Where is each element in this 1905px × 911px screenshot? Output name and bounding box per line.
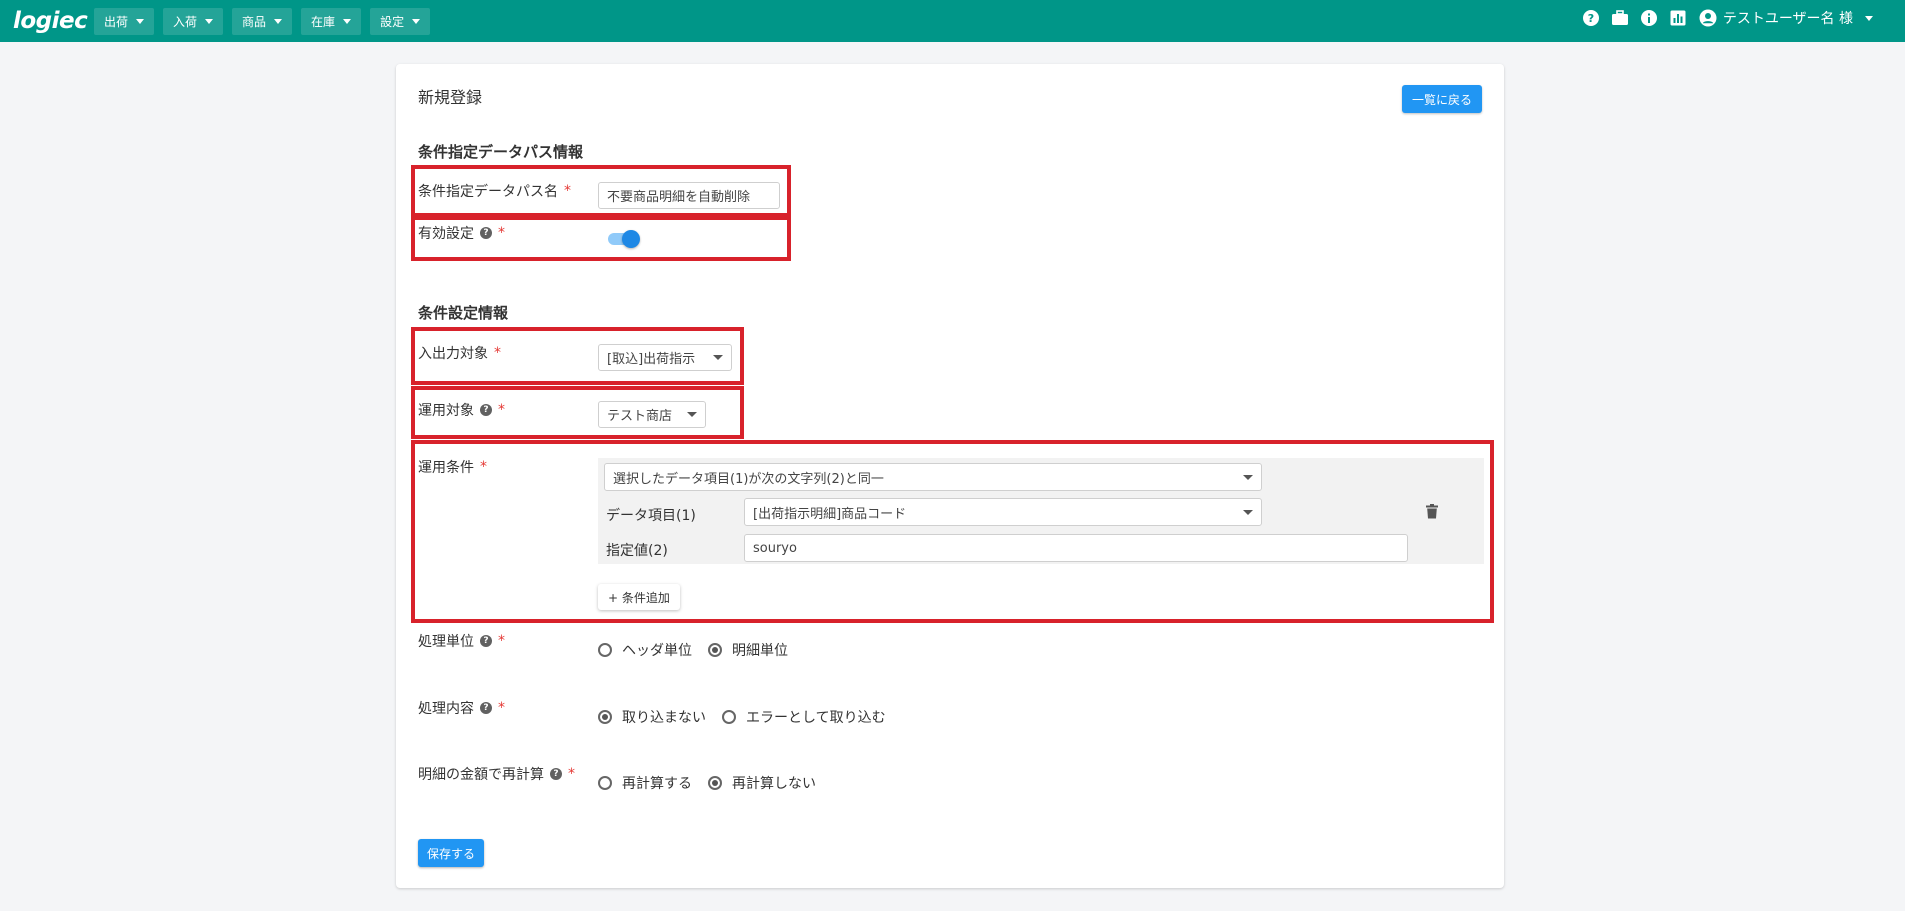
recalc-radio-group: 再計算する 再計算しない (598, 773, 816, 793)
nav-label: 設定 (380, 15, 405, 29)
nav-receiving-menu[interactable]: 入荷 (163, 8, 224, 35)
page-title: 新規登録 (418, 88, 483, 107)
briefcase-icon[interactable] (1610, 8, 1630, 28)
nav-label: 在庫 (311, 15, 336, 29)
help-icon[interactable]: ? (480, 635, 492, 647)
radio-label: 明細単位 (732, 643, 788, 659)
save-button[interactable]: 保存する (418, 839, 485, 867)
radio-circle (708, 643, 722, 657)
highlight-box-apply-condition (411, 440, 1494, 623)
info-icon[interactable] (1639, 8, 1659, 28)
nav-label: 出荷 (104, 15, 129, 29)
label-text: 処理内容 (418, 701, 474, 717)
radio-circle (598, 776, 612, 790)
header-actions: ? テストユーザー名 様 (1581, 8, 1873, 28)
processing-content-label: 処理内容 ? * (418, 698, 505, 718)
main-menu: 出荷 入荷 商品 在庫 設定 (94, 8, 431, 35)
radio-import-as-error[interactable]: エラーとして取り込む (722, 707, 886, 727)
processing-content-radio-group: 取り込まない エラーとして取り込む (598, 707, 886, 727)
highlight-box-apply-target (411, 386, 744, 439)
required-mark: * (568, 766, 575, 782)
svg-text:?: ? (1588, 12, 1594, 25)
radio-recalculate[interactable]: 再計算する (598, 773, 692, 793)
radio-do-not-import[interactable]: 取り込まない (598, 707, 706, 727)
radio-label: 再計算しない (732, 776, 816, 792)
radio-label: ヘッダ単位 (622, 643, 692, 659)
user-name: テストユーザー名 様 (1722, 11, 1853, 27)
radio-detail-unit[interactable]: 明細単位 (708, 640, 788, 660)
nav-products-menu[interactable]: 商品 (232, 8, 293, 35)
highlight-box-enabled (411, 216, 791, 261)
chevron-down-icon (412, 19, 421, 24)
radio-label: 取り込まない (622, 710, 706, 726)
radio-label: エラーとして取り込む (746, 710, 886, 726)
required-mark: * (498, 633, 505, 649)
radio-label: 再計算する (622, 776, 692, 792)
back-to-list-button[interactable]: 一覧に戻る (1401, 85, 1482, 113)
condition-info-heading: 条件設定情報 (418, 304, 509, 322)
processing-unit-label: 処理単位 ? * (418, 631, 505, 651)
logo[interactable]: logiec (13, 8, 88, 34)
radio-header-unit[interactable]: ヘッダ単位 (598, 640, 692, 660)
label-text: 処理単位 (418, 634, 474, 650)
nav-settings-menu[interactable]: 設定 (370, 8, 431, 35)
required-mark: * (498, 700, 505, 716)
highlight-box-path-name (411, 165, 791, 217)
help-icon[interactable]: ? (550, 768, 562, 780)
chart-icon[interactable] (1668, 8, 1688, 28)
top-navigation-bar: logiec 出荷 入荷 商品 在庫 設定 ? テストユーザー名 様 (0, 0, 1905, 42)
chevron-down-icon (343, 19, 352, 24)
radio-circle (722, 710, 736, 724)
account-circle-icon (1699, 9, 1717, 27)
user-menu[interactable]: テストユーザー名 様 (1699, 8, 1873, 28)
chevron-down-icon (136, 19, 145, 24)
processing-unit-radio-group: ヘッダ単位 明細単位 (598, 640, 788, 660)
chevron-down-icon (205, 19, 214, 24)
radio-circle (598, 643, 612, 657)
highlight-box-io-target (411, 327, 744, 385)
nav-label: 入荷 (173, 15, 198, 29)
radio-circle (708, 776, 722, 790)
recalc-label: 明細の金額で再計算 ? * (418, 764, 575, 784)
nav-label: 商品 (242, 15, 267, 29)
radio-no-recalculate[interactable]: 再計算しない (708, 773, 816, 793)
chevron-down-icon (274, 19, 283, 24)
nav-shipping-menu[interactable]: 出荷 (94, 8, 155, 35)
help-icon[interactable]: ? (480, 702, 492, 714)
radio-circle (598, 710, 612, 724)
label-text: 明細の金額で再計算 (418, 767, 544, 783)
help-circle-icon[interactable]: ? (1581, 8, 1601, 28)
path-info-heading: 条件指定データパス情報 (418, 143, 584, 161)
nav-inventory-menu[interactable]: 在庫 (301, 8, 362, 35)
chevron-down-icon (1865, 15, 1873, 21)
